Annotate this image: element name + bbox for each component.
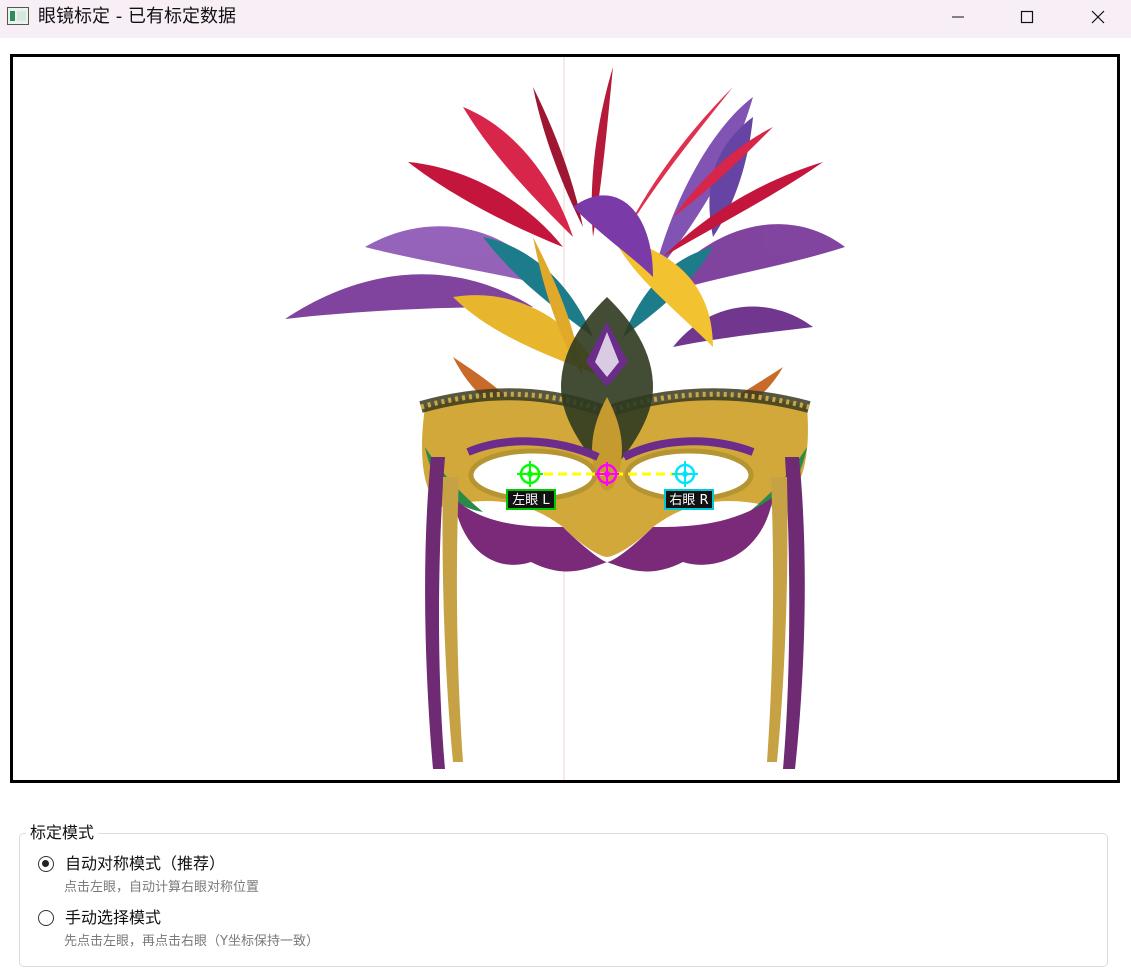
- manual-mode-radio[interactable]: [38, 910, 54, 926]
- minimize-button[interactable]: [926, 0, 990, 34]
- minimize-icon: [952, 16, 964, 18]
- close-icon: [1091, 10, 1105, 24]
- maximize-icon: [1020, 10, 1034, 24]
- auto-mode-description: 点击左眼，自动计算右眼对称位置: [64, 880, 260, 895]
- title-bar: 眼镜标定 - 已有标定数据: [0, 0, 1131, 38]
- close-button[interactable]: [1066, 0, 1130, 34]
- manual-mode-label: 手动选择模式: [65, 908, 162, 927]
- image-canvas[interactable]: 左眼 L 右眼 R: [10, 54, 1120, 783]
- window-title: 眼镜标定 - 已有标定数据: [38, 6, 236, 27]
- right-eye-label: 右眼 R: [669, 493, 708, 508]
- app-icon: [7, 7, 29, 25]
- left-eye-label: 左眼 L: [512, 493, 550, 508]
- manual-mode-option[interactable]: 手动选择模式: [38, 907, 161, 929]
- manual-mode-description: 先点击左眼，再点击右眼（Y坐标保持一致）: [64, 934, 319, 949]
- auto-mode-radio[interactable]: [38, 856, 54, 872]
- auto-mode-option[interactable]: 自动对称模式（推荐）: [38, 853, 225, 875]
- mask-image: 左眼 L 右眼 R: [285, 57, 845, 780]
- mode-group-title: 标定模式: [26, 822, 99, 844]
- auto-mode-label: 自动对称模式（推荐）: [65, 854, 226, 873]
- maximize-button[interactable]: [995, 0, 1059, 34]
